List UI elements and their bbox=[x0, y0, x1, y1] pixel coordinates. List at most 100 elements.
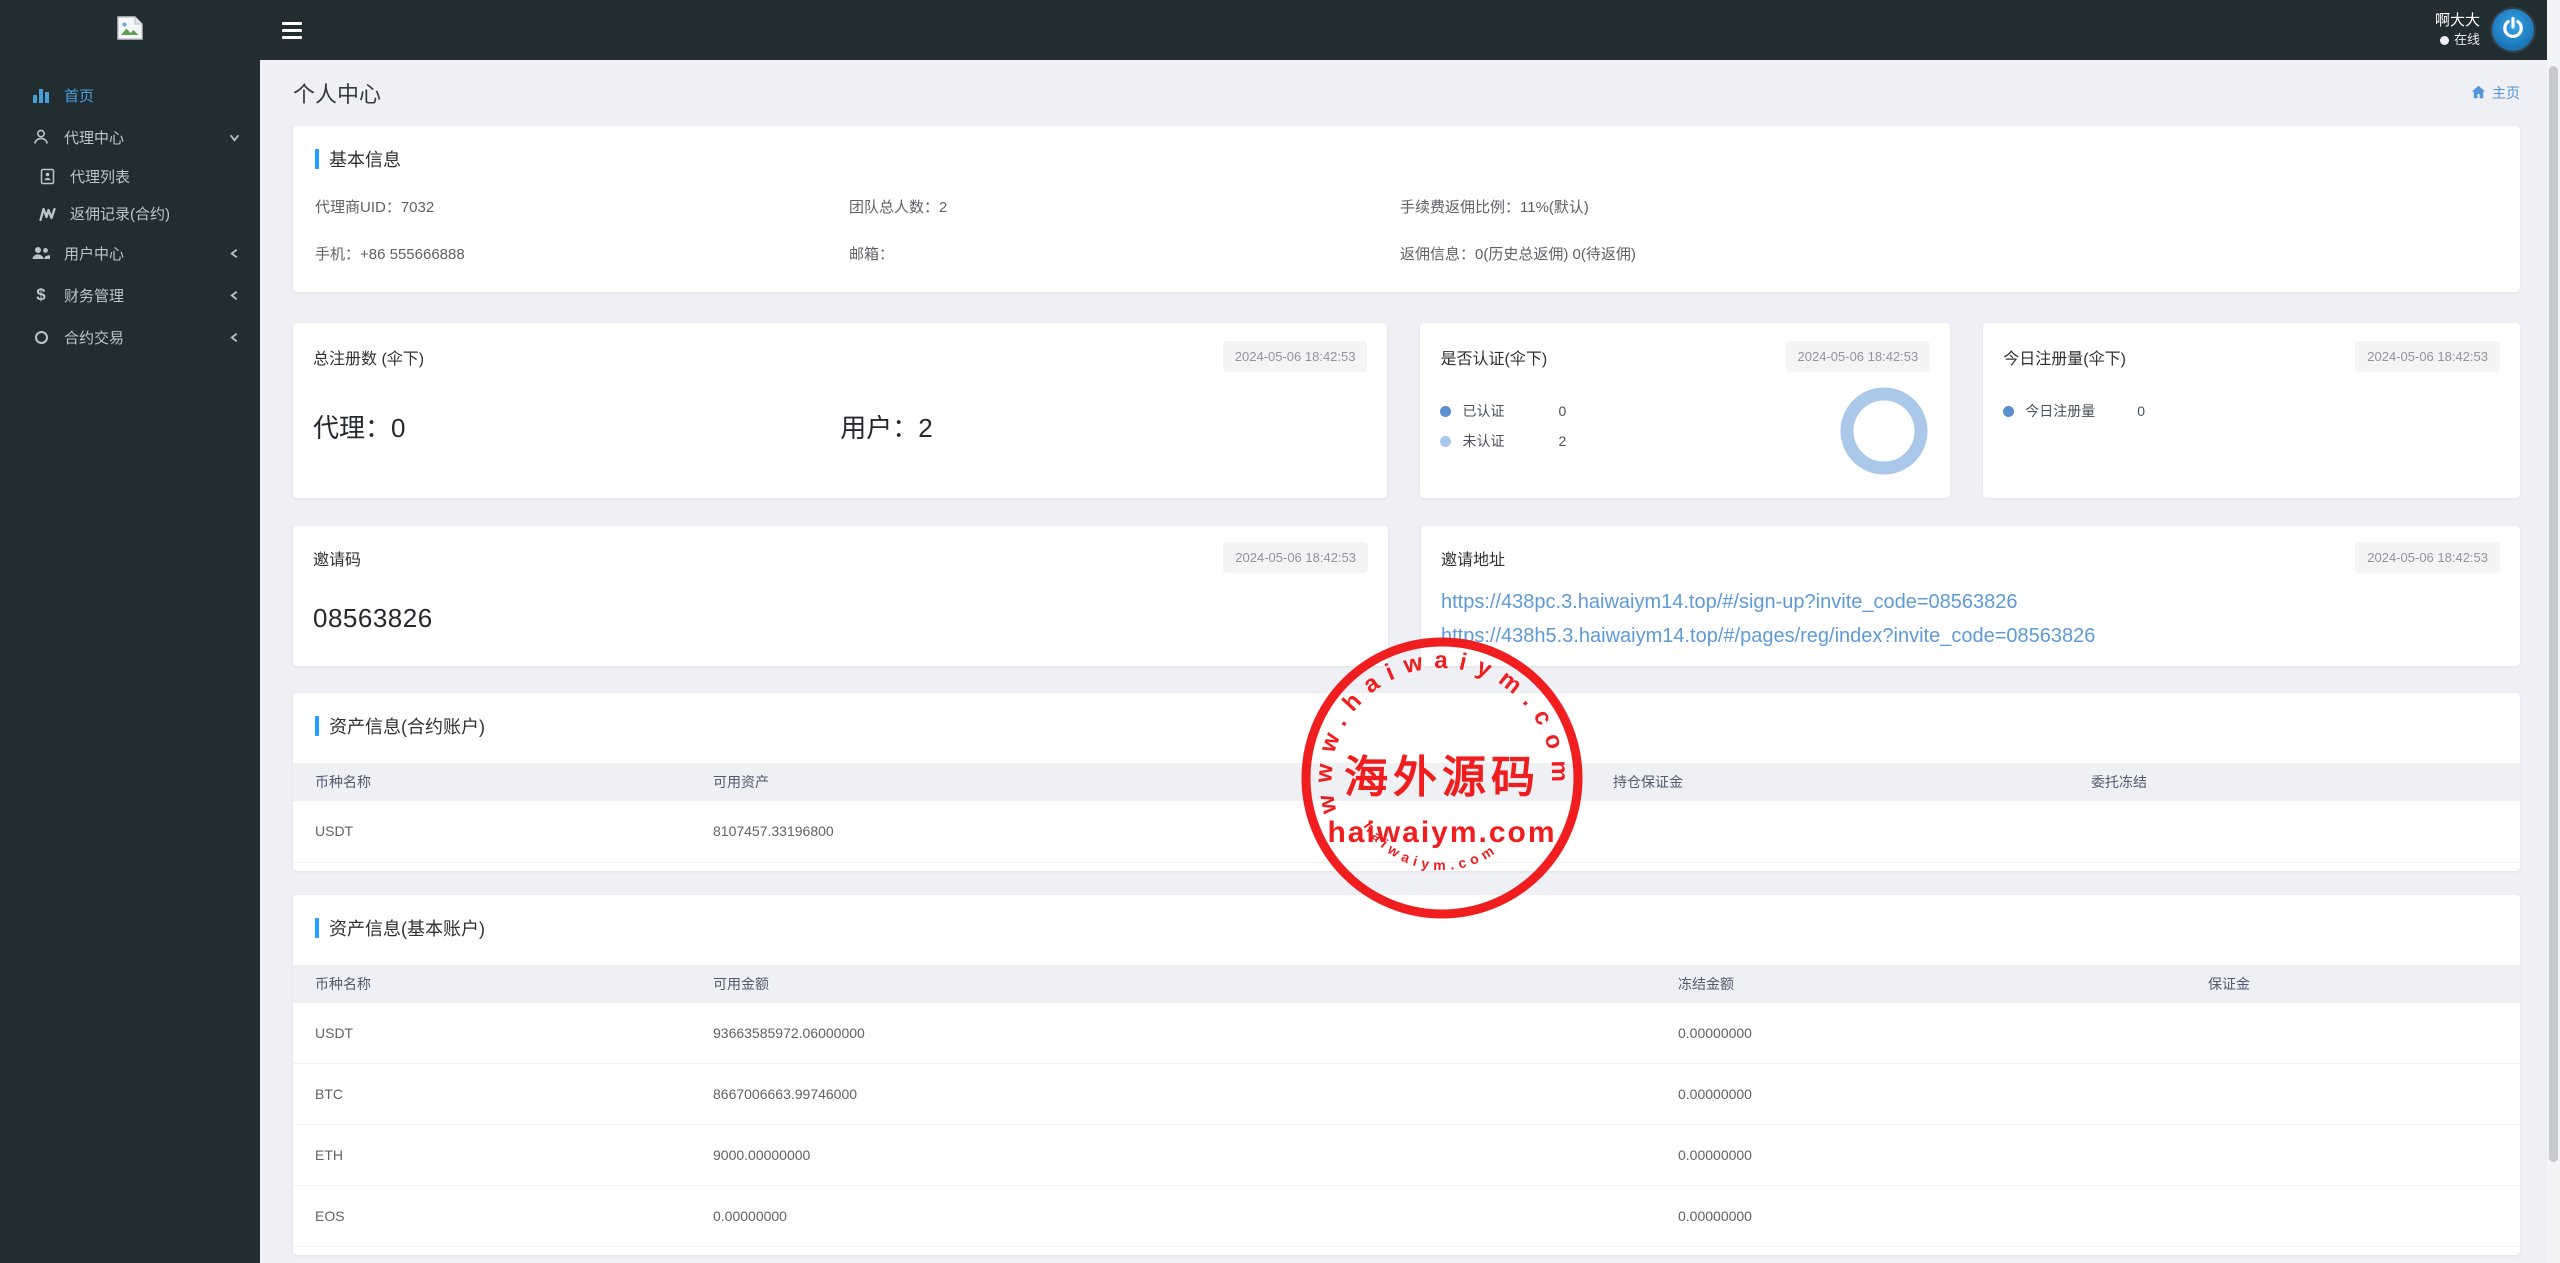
home-icon bbox=[2471, 85, 2486, 102]
section-title: 资产信息(合约账户) bbox=[329, 717, 485, 737]
card-title: 今日注册量(伞下) bbox=[2003, 351, 2126, 368]
accent-bar bbox=[315, 917, 319, 938]
legend-dot-icon bbox=[2003, 405, 2015, 417]
page-title: 个人中心 bbox=[293, 82, 382, 107]
card-title: 邀请码 bbox=[313, 552, 362, 569]
stats-row: 总注册数 (伞下) 2024-05-06 18:42:53 代理：0 用户：2 … bbox=[293, 323, 2520, 498]
timestamp-badge: 2024-05-06 18:42:53 bbox=[1222, 341, 1368, 372]
col-coin: 币种名称 bbox=[315, 975, 371, 992]
timestamp-badge: 2024-05-06 18:42:53 bbox=[1785, 341, 1931, 372]
chevron-left-icon bbox=[229, 332, 240, 343]
main-content: 个人中心 主页 基本信息 代理商UID：7032 团队总人数：2 手续费返佣比例… bbox=[260, 60, 2560, 1263]
sidebar-item-label: 返佣记录(合约) bbox=[70, 206, 170, 223]
table-header-row: 币种名称 可用金额 冻结金额 保证金 bbox=[293, 964, 2520, 1003]
sidebar-item-label: 财务管理 bbox=[64, 287, 125, 305]
sidebar-item-agent-center[interactable]: 代理中心 bbox=[0, 116, 260, 158]
sidebar-item-finance[interactable]: $ 财务管理 bbox=[0, 274, 260, 316]
sidebar-item-label: 用户中心 bbox=[64, 245, 125, 263]
power-icon bbox=[2501, 16, 2525, 45]
home-link[interactable]: 主页 bbox=[2471, 83, 2520, 103]
content-header: 个人中心 主页 bbox=[293, 60, 2520, 126]
invite-row: 邀请码 2024-05-06 18:42:53 08563826 邀请地址 20… bbox=[293, 526, 2520, 666]
table-row: USDT 8107457.33196800 bbox=[293, 801, 2520, 862]
legend-dot-icon bbox=[1440, 435, 1452, 447]
today-legend: 今日注册量 0 bbox=[2003, 396, 2500, 426]
legend-value: 0 bbox=[1558, 403, 1567, 419]
sidebar-item-label: 代理中心 bbox=[64, 129, 125, 147]
status-dot-icon bbox=[2439, 35, 2449, 45]
sidebar-item-contract-trade[interactable]: 合约交易 bbox=[0, 316, 260, 358]
basic-info-grid: 代理商UID：7032 团队总人数：2 手续费返佣比例：11%(默认) 手机：+… bbox=[315, 196, 2498, 264]
sidebar-item-label: 首页 bbox=[64, 87, 95, 105]
table-row: BTC 8667006663.99746000 0.00000000 bbox=[293, 1064, 2520, 1125]
basic-info-card: 基本信息 代理商UID：7032 团队总人数：2 手续费返佣比例：11%(默认)… bbox=[293, 126, 2520, 292]
username: 啊大大 bbox=[2434, 12, 2480, 30]
legend-value: 0 bbox=[2137, 403, 2146, 419]
field-phone: 手机：+86 555666888 bbox=[315, 246, 465, 263]
donut-chart bbox=[1838, 385, 1930, 482]
chevron-left-icon bbox=[229, 290, 240, 301]
table-row: ETH 9000.00000000 0.00000000 bbox=[293, 1125, 2520, 1186]
timestamp-badge: 2024-05-06 18:42:53 bbox=[2355, 341, 2500, 372]
invite-code: 08563826 bbox=[313, 603, 433, 633]
section-title: 资产信息(基本账户) bbox=[329, 918, 485, 939]
basic-info-title-row: 基本信息 bbox=[315, 146, 2498, 172]
sidebar-item-commission-record[interactable]: 返佣记录(合约) bbox=[0, 195, 260, 232]
user-info: 啊大大 在线 bbox=[2435, 11, 2480, 49]
col-margin: 保证金 bbox=[2208, 975, 2250, 992]
home-link-label: 主页 bbox=[2492, 85, 2520, 101]
sidebar-item-agent-list[interactable]: 代理列表 bbox=[0, 158, 260, 195]
timestamp-badge: 2024-05-06 18:42:53 bbox=[1223, 542, 1368, 573]
agent-count: 代理：0 bbox=[313, 413, 406, 443]
legend-dot-icon bbox=[1440, 405, 1452, 417]
user-area[interactable]: 啊大大 在线 bbox=[2435, 9, 2560, 51]
scrollbar-track[interactable] bbox=[2547, 0, 2560, 1263]
legend-item-today: 今日注册量 0 bbox=[2003, 396, 2500, 426]
sidebar-menu: 首页 代理中心 代理列表 返佣记录(合约) 用户中心 $ 财务管理 合约交易 bbox=[0, 60, 260, 358]
card-title: 总注册数 (伞下) bbox=[313, 351, 425, 368]
field-rebate-info: 返佣信息：0(历史总返佣) 0(待返佣) bbox=[1400, 246, 1636, 263]
hand-wave-icon bbox=[34, 206, 60, 222]
admin-dashboard: 啊大大 在线 首页 代理中心 代理列表 返佣记录(合约) 用户中心 $ 财务管理… bbox=[0, 0, 2560, 1263]
sidebar: 首页 代理中心 代理列表 返佣记录(合约) 用户中心 $ 财务管理 合约交易 bbox=[0, 60, 260, 1263]
chevron-left-icon bbox=[229, 248, 240, 259]
field-agent-uid: 代理商UID：7032 bbox=[315, 199, 435, 216]
table-row: EOS 0.00000000 0.00000000 bbox=[293, 1186, 2520, 1247]
col-order-frozen: 委托冻结 bbox=[2091, 774, 2147, 790]
col-available: 可用金额 bbox=[713, 975, 769, 992]
field-team-total: 团队总人数：2 bbox=[849, 199, 948, 216]
top-bar: 啊大大 在线 bbox=[0, 0, 2560, 60]
register-numbers: 代理：0 用户：2 bbox=[313, 408, 1367, 445]
online-status: 在线 bbox=[2435, 31, 2480, 49]
invite-links: https://438pc.3.haiwaiym14.top/#/sign-up… bbox=[1441, 585, 2500, 653]
scrollbar-thumb[interactable] bbox=[2549, 66, 2558, 1162]
accent-bar bbox=[315, 149, 319, 169]
contract-assets-card: 资产信息(合约账户) 币种名称 可用资产 持仓保证金 委托冻结 USDT 810… bbox=[293, 693, 2520, 871]
invite-url-h5[interactable]: https://438h5.3.haiwaiym14.top/#/pages/r… bbox=[1441, 619, 2500, 653]
users-icon bbox=[28, 245, 54, 261]
avatar[interactable] bbox=[2492, 9, 2534, 51]
broken-image-icon bbox=[116, 15, 144, 46]
invite-code-card: 邀请码 2024-05-06 18:42:53 08563826 bbox=[293, 526, 1388, 666]
sidebar-item-home[interactable]: 首页 bbox=[0, 74, 260, 116]
table-header-row: 币种名称 可用资产 持仓保证金 委托冻结 bbox=[293, 763, 2520, 801]
bar-chart-icon bbox=[28, 87, 54, 103]
card-title: 邀请地址 bbox=[1441, 552, 1506, 569]
today-register-card: 今日注册量(伞下) 2024-05-06 18:42:53 今日注册量 0 bbox=[1983, 323, 2520, 498]
auth-status-card: 是否认证(伞下) 2024-05-06 18:42:53 已认证 0 未认证 2 bbox=[1420, 323, 1951, 498]
timestamp-badge: 2024-05-06 18:42:53 bbox=[2355, 542, 2500, 573]
legend-value: 2 bbox=[1558, 433, 1567, 449]
field-fee-rebate: 手续费返佣比例：11%(默认) bbox=[1400, 199, 1589, 216]
hamburger-menu-icon[interactable] bbox=[260, 0, 324, 60]
sidebar-item-user-center[interactable]: 用户中心 bbox=[0, 232, 260, 274]
field-email: 邮箱： bbox=[849, 246, 895, 263]
col-coin: 币种名称 bbox=[315, 774, 371, 790]
sidebar-logo[interactable] bbox=[0, 0, 260, 60]
circle-icon bbox=[28, 330, 54, 344]
invite-url-pc[interactable]: https://438pc.3.haiwaiym14.top/#/sign-up… bbox=[1441, 585, 2500, 619]
col-available: 可用资产 bbox=[713, 774, 769, 790]
sidebar-item-label: 代理列表 bbox=[70, 169, 131, 186]
col-frozen: 冻结金额 bbox=[1678, 975, 1734, 992]
col-position-margin: 持仓保证金 bbox=[1613, 774, 1683, 790]
basic-assets-card: 资产信息(基本账户) 币种名称 可用金额 冻结金额 保证金 USDT 93663… bbox=[293, 894, 2520, 1255]
